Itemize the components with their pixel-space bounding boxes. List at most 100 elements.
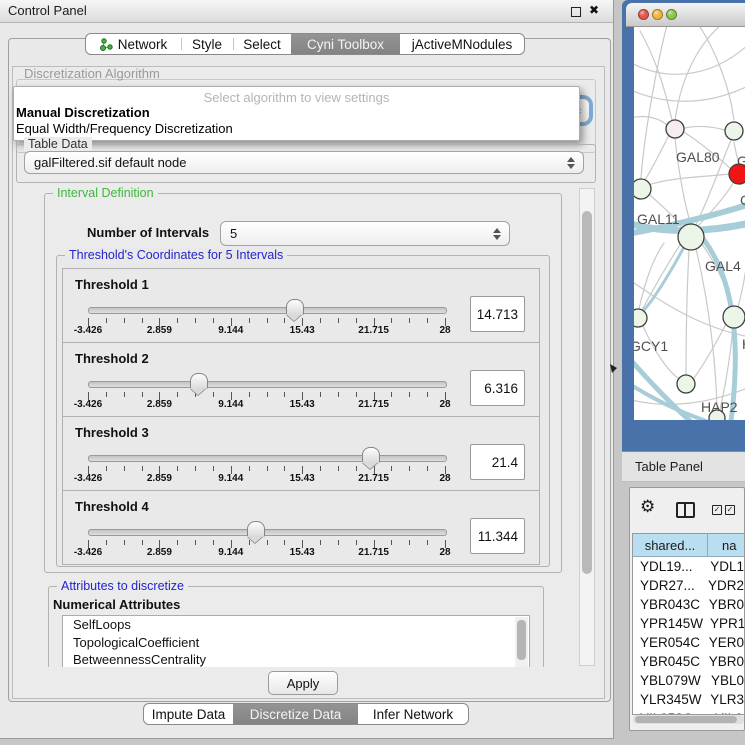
tab-select[interactable]: Select xyxy=(233,34,291,54)
slider-tick-label: 9.144 xyxy=(218,399,243,410)
table-cell[interactable]: YDL19... xyxy=(633,557,703,576)
close-traffic-light[interactable] xyxy=(638,9,649,20)
table-cell[interactable]: YBR0 xyxy=(702,652,744,671)
table-cell[interactable]: YBR0 xyxy=(702,595,744,614)
table-row[interactable]: YBR045CYBR0 xyxy=(633,652,744,671)
table-cell[interactable]: YBR045C xyxy=(633,652,702,671)
columns-icon[interactable] xyxy=(676,502,695,518)
menu-item-equal-width-frequency[interactable]: Equal Width/Frequency Discretization xyxy=(16,121,233,136)
slider-tick-label: 2.859 xyxy=(147,547,172,558)
network-graph[interactable]: GAL80GACGAL11GAL4GCY1HHAP2 xyxy=(634,27,745,420)
tab-infer-network[interactable]: Infer Network xyxy=(358,704,468,724)
table-row[interactable]: YDR27...YDR2 xyxy=(633,576,744,595)
table-row[interactable]: YBR043CYBR0 xyxy=(633,595,744,614)
checkbox-icon[interactable]: ✓ xyxy=(712,505,722,515)
table-body: YDL19...YDL1YDR27...YDR2YBR043CYBR0YPR14… xyxy=(633,557,744,715)
slider-tick xyxy=(320,318,321,323)
table-cell[interactable]: YDR2 xyxy=(701,576,744,595)
table-cell[interactable]: YLR3 xyxy=(703,690,744,709)
checkbox-icon[interactable]: ✓ xyxy=(725,505,735,515)
tab-discretize-data[interactable]: Discretize Data xyxy=(233,704,358,724)
slider-thumb[interactable] xyxy=(190,373,208,389)
threshold-value-field[interactable]: 6.316 xyxy=(470,370,525,406)
network-node-gal11[interactable] xyxy=(634,179,651,199)
tab-cyni-toolbox[interactable]: Cyni Toolbox xyxy=(291,34,400,54)
table-row[interactable]: YDL19...YDL1 xyxy=(633,557,744,576)
table-row[interactable]: YPR145WYPR1 xyxy=(633,614,744,633)
table-cell[interactable]: YBL079W xyxy=(633,671,704,690)
table-cell[interactable]: YPR145W xyxy=(633,614,703,633)
network-node-hap2[interactable] xyxy=(677,375,695,393)
table-cell[interactable]: YLR345W xyxy=(633,690,703,709)
number-of-intervals-spinner[interactable]: 5 xyxy=(220,221,510,246)
network-window-titlebar[interactable] xyxy=(626,3,745,27)
slider-thumb-point[interactable] xyxy=(247,536,263,543)
table-cell[interactable]: YDR27... xyxy=(633,576,701,595)
slider-track[interactable] xyxy=(88,529,447,536)
attribute-item-betweennesscentrality[interactable]: BetweennessCentrality xyxy=(63,651,529,667)
network-node-c[interactable] xyxy=(729,164,745,184)
attributes-scrollbar[interactable] xyxy=(515,617,528,667)
settings-scrollbar-thumb[interactable] xyxy=(582,211,592,574)
network-node-gcy1[interactable] xyxy=(634,309,647,327)
threshold-value-field[interactable]: 11.344 xyxy=(470,518,525,554)
table-horizontal-scrollbar[interactable] xyxy=(633,715,744,724)
column-header-shared[interactable]: shared... xyxy=(633,534,708,556)
apply-button[interactable]: Apply xyxy=(268,671,338,695)
slider-thumb-point[interactable] xyxy=(190,388,206,395)
network-node-ga[interactable] xyxy=(725,122,743,140)
slider-thumb[interactable] xyxy=(362,447,380,463)
tab-network[interactable]: Network xyxy=(86,34,181,54)
slider-tick xyxy=(106,392,107,397)
settings-scrollbar[interactable] xyxy=(579,188,595,666)
float-window-icon[interactable] xyxy=(571,7,581,17)
slider-thumb[interactable] xyxy=(247,521,265,537)
network-node-gal4[interactable] xyxy=(678,224,704,250)
slider-track[interactable] xyxy=(88,455,447,462)
slider-track[interactable] xyxy=(88,307,447,314)
tab-jactivemnodules[interactable]: jActiveMNodules xyxy=(400,34,524,54)
table-data-combo[interactable]: galFiltered.sif default node xyxy=(24,151,584,174)
slider-thumb[interactable] xyxy=(286,299,304,315)
tab-impute-data[interactable]: Impute Data xyxy=(144,704,233,724)
table-cell[interactable]: YER0 xyxy=(702,633,744,652)
threshold-panel: Threshold 3-3.4262.8599.14415.4321.71528… xyxy=(62,416,540,491)
table-hscrollbar-thumb[interactable] xyxy=(635,716,737,723)
numerical-attributes-list[interactable]: SelfLoopsTopologicalCoefficientBetweenne… xyxy=(62,615,530,667)
network-node-h[interactable] xyxy=(723,306,745,328)
table-row[interactable]: YLR345WYLR3 xyxy=(633,690,744,709)
gear-icon[interactable]: ⚙ xyxy=(640,498,655,515)
table-cell[interactable]: YPR1 xyxy=(703,614,745,633)
close-icon[interactable]: ✖ xyxy=(589,3,599,17)
bottom-tab-bar: Impute DataDiscretize Data Infer Network xyxy=(143,703,469,725)
slider-thumb-point[interactable] xyxy=(362,462,378,469)
network-node[interactable] xyxy=(709,410,725,420)
tab-label: Infer Network xyxy=(373,707,453,722)
slider-thumb-point[interactable] xyxy=(286,314,302,321)
network-node-gal80[interactable] xyxy=(666,120,684,138)
table-cell[interactable]: YER054C xyxy=(633,633,702,652)
threshold-value-field[interactable]: 21.4 xyxy=(470,444,525,480)
attributes-scrollbar-thumb[interactable] xyxy=(517,620,526,660)
attribute-item-selfloops[interactable]: SelfLoops xyxy=(63,616,529,634)
network-icon xyxy=(100,38,113,51)
slider-track[interactable] xyxy=(88,381,447,388)
column-header-name[interactable]: na xyxy=(708,534,744,556)
network-canvas[interactable]: GAL80GACGAL11GAL4GCY1HHAP2 xyxy=(634,27,745,420)
zoom-traffic-light[interactable] xyxy=(666,9,677,20)
table-row[interactable]: YER054CYER0 xyxy=(633,633,744,652)
number-of-intervals-label: Number of Intervals xyxy=(87,225,209,240)
table-cell[interactable]: YBL0 xyxy=(704,671,744,690)
slider-tick xyxy=(391,466,392,471)
tab-style[interactable]: Style xyxy=(181,34,233,54)
table-row[interactable]: YBL079WYBL0 xyxy=(633,671,744,690)
table-cell[interactable]: YDL1 xyxy=(703,557,744,576)
attribute-item-topologicalcoefficient[interactable]: TopologicalCoefficient xyxy=(63,634,529,652)
slider-tick-label: 21.715 xyxy=(358,399,389,410)
table-cell[interactable]: YBR043C xyxy=(633,595,702,614)
network-node-label: GAL11 xyxy=(637,211,680,227)
minimize-traffic-light[interactable] xyxy=(652,9,663,20)
threshold-value-field[interactable]: 14.713 xyxy=(470,296,525,332)
menu-item-manual-discretization[interactable]: Manual Discretization xyxy=(16,105,150,120)
node-attribute-table[interactable]: shared... na YDL19...YDL1YDR27...YDR2YBR… xyxy=(632,533,745,715)
